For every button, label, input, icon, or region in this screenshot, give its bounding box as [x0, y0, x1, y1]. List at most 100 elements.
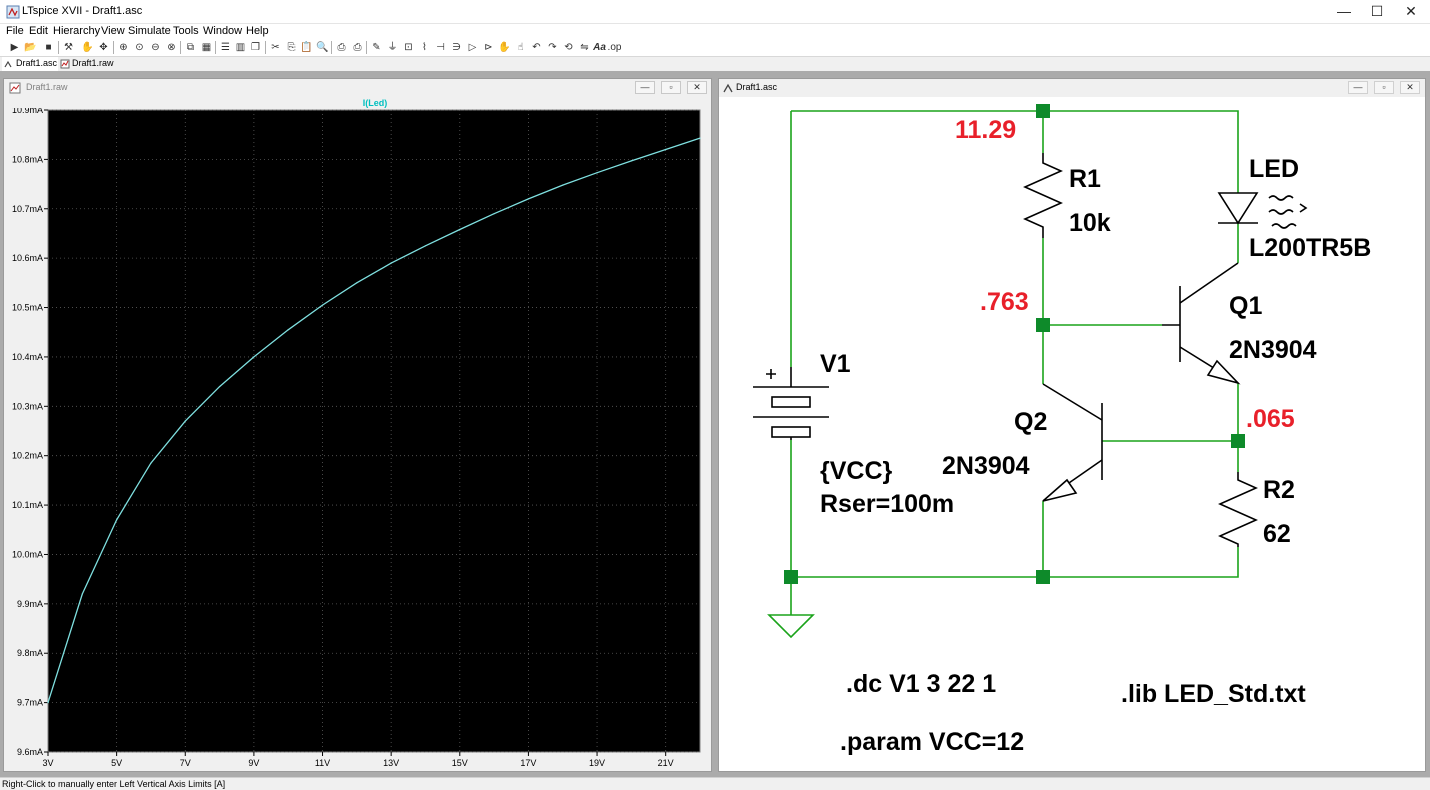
open-icon[interactable]: 📂: [23, 40, 38, 55]
menu-view[interactable]: View: [99, 24, 127, 39]
y-tick-label: 10.1mA: [12, 500, 43, 510]
status-text: Right-Click to manually enter Left Verti…: [2, 779, 226, 789]
led-name[interactable]: LED: [1249, 155, 1299, 184]
print-setup-icon[interactable]: ⎙: [350, 40, 365, 55]
menu-edit[interactable]: Edit: [27, 24, 50, 39]
run-icon[interactable]: ▶: [7, 40, 22, 55]
y-tick-label: 10.0mA: [12, 549, 43, 559]
dc-sweep-directive[interactable]: .dc V1 3 22 1: [846, 670, 996, 699]
q1-name[interactable]: Q1: [1229, 292, 1262, 321]
junction-q1-base: [1036, 318, 1050, 332]
zoom-in-icon[interactable]: ⊕: [116, 40, 131, 55]
waveform-window-titlebar[interactable]: Draft1.raw — ▫ ✕: [4, 79, 711, 97]
plot-background[interactable]: [47, 109, 701, 753]
waveform-plot[interactable]: 9.6mA 9.7mA 9.8mA 9.9mA 10.0mA 10.1mA 10.2mA 10…: [0, 108, 712, 770]
ground-icon[interactable]: ⏚: [385, 40, 400, 55]
r2-value[interactable]: 62: [1263, 520, 1291, 549]
tab-draft1-raw[interactable]: Draft1.raw: [58, 57, 114, 71]
zoom-fit-icon[interactable]: ⊙: [132, 40, 147, 55]
cascade-icon[interactable]: ❐: [248, 40, 263, 55]
copy-icon[interactable]: ⎘: [284, 40, 299, 55]
resistor-icon[interactable]: ⌇: [417, 40, 432, 55]
trace-point: [150, 462, 152, 464]
label-net-icon[interactable]: ⊡: [401, 40, 416, 55]
waveform-icon: [60, 59, 70, 69]
cut-icon[interactable]: ✂: [268, 40, 283, 55]
grid-icon[interactable]: ▦: [199, 40, 214, 55]
q1-transistor-symbol[interactable]: [1162, 262, 1241, 385]
lib-directive[interactable]: .lib LED_Std.txt: [1121, 680, 1306, 709]
trace-label[interactable]: I(Led): [300, 98, 450, 108]
find-icon[interactable]: 🔍: [315, 40, 330, 55]
q2-transistor-symbol[interactable]: [1042, 383, 1103, 502]
schematic-window-titlebar[interactable]: Draft1.asc — ▫ ✕: [719, 79, 1425, 97]
x-tick-label: 5V: [111, 758, 122, 768]
v1-source-symbol[interactable]: [753, 367, 829, 440]
y-tick-label: 10.3mA: [12, 401, 43, 411]
waveform-minimize-button[interactable]: —: [635, 81, 655, 94]
y-tick-label: 9.6mA: [17, 747, 43, 757]
r2-resistor-symbol[interactable]: [1218, 472, 1258, 547]
waveform-close-button[interactable]: ✕: [687, 81, 707, 94]
r2-name[interactable]: R2: [1263, 476, 1295, 505]
v1-value[interactable]: {VCC}: [820, 457, 892, 486]
print-icon[interactable]: ⎙: [334, 40, 349, 55]
schematic-minimize-button[interactable]: —: [1348, 81, 1368, 94]
text-icon[interactable]: Aa: [592, 40, 607, 55]
save-icon[interactable]: ■: [41, 40, 56, 55]
zoom-out-icon[interactable]: ⊖: [148, 40, 163, 55]
v1-name[interactable]: V1: [820, 350, 851, 379]
r1-value[interactable]: 10k: [1069, 209, 1111, 238]
menu-simulate[interactable]: Simulate: [126, 24, 173, 39]
trace-point: [424, 245, 427, 247]
control-panel-icon[interactable]: ⚒: [61, 40, 76, 55]
q1-value[interactable]: 2N3904: [1229, 336, 1317, 365]
menu-file[interactable]: File: [4, 24, 26, 39]
junction-top: [1036, 104, 1050, 118]
drag-icon[interactable]: ☝: [513, 40, 528, 55]
r1-name[interactable]: R1: [1069, 165, 1101, 194]
menu-tools[interactable]: Tools: [171, 24, 201, 39]
zoom-cancel-icon[interactable]: ⊗: [164, 40, 179, 55]
x-tick-label: 21V: [658, 758, 674, 768]
v1-series-resistance[interactable]: Rser=100m: [820, 490, 954, 519]
halt-icon[interactable]: ✋: [80, 40, 95, 55]
close-button[interactable]: ✕: [1392, 0, 1430, 24]
autorange-icon[interactable]: ⧉: [183, 40, 198, 55]
pencil-icon[interactable]: ✎: [369, 40, 384, 55]
tile-vertical-icon[interactable]: ▥: [233, 40, 248, 55]
trace-point: [218, 385, 221, 388]
mirror-icon[interactable]: ⇋: [577, 40, 592, 55]
trace-point: [390, 262, 392, 264]
y-tick-label: 9.7mA: [17, 698, 43, 708]
menu-help[interactable]: Help: [244, 24, 271, 39]
pan-icon[interactable]: ✥: [96, 40, 111, 55]
capacitor-icon[interactable]: ⊣: [433, 40, 448, 55]
schematic-close-button[interactable]: ✕: [1400, 81, 1420, 94]
menu-window[interactable]: Window: [201, 24, 244, 39]
q2-name[interactable]: Q2: [1014, 408, 1047, 437]
rotate-icon[interactable]: ⟲: [561, 40, 576, 55]
menu-hierarchy[interactable]: Hierarchy: [51, 24, 102, 39]
led-symbol[interactable]: [1217, 192, 1308, 229]
led-value[interactable]: L200TR5B: [1249, 234, 1371, 263]
schematic-canvas[interactable]: [720, 96, 1424, 770]
diode-icon[interactable]: ▷: [465, 40, 480, 55]
tab-draft1-asc[interactable]: Draft1.asc: [2, 57, 58, 71]
undo-icon[interactable]: ↶: [529, 40, 544, 55]
component-icon[interactable]: ⊳: [481, 40, 496, 55]
waveform-restore-button[interactable]: ▫: [661, 81, 681, 94]
move-icon[interactable]: ✋: [497, 40, 512, 55]
maximize-button[interactable]: ☐: [1358, 0, 1396, 24]
tile-horizontal-icon[interactable]: ☰: [218, 40, 233, 55]
tab-label: Draft1.raw: [72, 58, 114, 68]
param-directive[interactable]: .param VCC=12: [840, 728, 1024, 757]
y-tick-label: 10.6mA: [12, 253, 43, 263]
redo-icon[interactable]: ↷: [545, 40, 560, 55]
paste-icon[interactable]: 📋: [299, 40, 314, 55]
inductor-icon[interactable]: ∋: [449, 40, 464, 55]
r1-resistor-symbol[interactable]: [1023, 153, 1063, 238]
spice-directive-icon[interactable]: .op: [607, 40, 622, 55]
q2-value[interactable]: 2N3904: [942, 452, 1030, 481]
schematic-restore-button[interactable]: ▫: [1374, 81, 1394, 94]
